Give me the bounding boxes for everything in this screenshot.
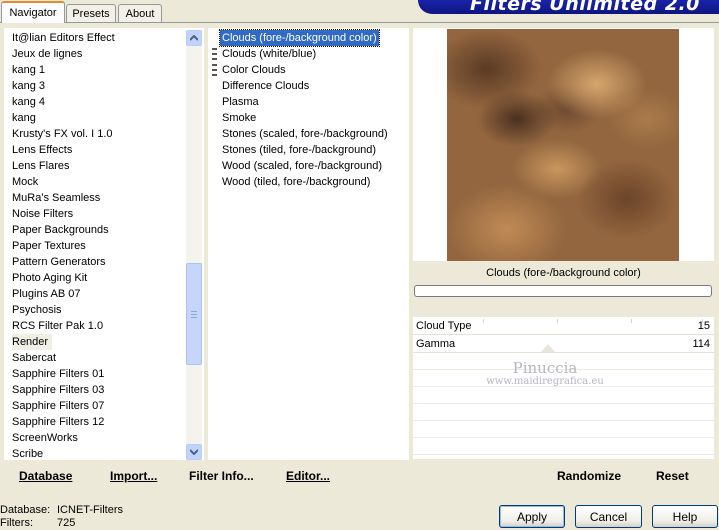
param-row-gamma[interactable]: Gamma 114 — [413, 335, 714, 353]
category-item[interactable]: ScreenWorks — [12, 430, 78, 446]
category-item[interactable]: kang 4 — [12, 94, 45, 110]
scrollbar-thumb[interactable] — [186, 263, 202, 365]
category-item[interactable]: It@lian Editors Effect — [12, 30, 115, 46]
parameter-panel: Cloud Type 15 Gamma 114 — [413, 317, 714, 459]
category-item[interactable]: Sapphire Filters 07 — [12, 398, 104, 414]
filter-item[interactable]: Wood (tiled, fore-/background) — [220, 174, 372, 190]
category-item[interactable]: Psychosis — [12, 302, 62, 318]
category-item[interactable]: Noise Filters — [12, 206, 73, 222]
apply-button[interactable]: Apply — [499, 505, 565, 528]
reset-button[interactable]: Reset — [656, 467, 689, 485]
import-label: Import... — [110, 469, 158, 483]
param-row-cloud-type[interactable]: Cloud Type 15 — [413, 317, 714, 335]
category-list[interactable]: It@lian Editors Effect Jeux de lignes kang… — [4, 28, 204, 460]
randomize-label: Randomize — [557, 469, 622, 483]
grip-icon — [191, 310, 197, 318]
scroll-up-button[interactable] — [186, 30, 202, 46]
param-row-empty — [413, 438, 714, 455]
chevron-up-icon — [190, 35, 198, 41]
filter-item[interactable]: Plasma — [220, 94, 261, 110]
filter-item[interactable]: Stones (tiled, fore-/background) — [220, 142, 378, 158]
help-button[interactable]: Help — [652, 505, 718, 528]
param-row-empty — [413, 353, 714, 370]
category-item[interactable]: Pattern Generators — [12, 254, 106, 270]
category-item[interactable]: Photo Aging Kit — [12, 270, 87, 286]
randomize-button[interactable]: Randomize — [557, 467, 621, 485]
param-value: 15 — [697, 320, 710, 332]
filter-info-label: Filter Info... — [189, 469, 254, 483]
category-item[interactable]: kang 1 — [12, 62, 45, 78]
category-item[interactable]: Sapphire Filters 12 — [12, 414, 104, 430]
param-label: Gamma — [416, 338, 456, 350]
param-label: Cloud Type — [416, 320, 472, 332]
favorite-marker-icon — [212, 64, 217, 76]
category-item[interactable]: kang — [12, 110, 36, 126]
chevron-down-icon — [190, 449, 198, 455]
app-title: Filters Unlimited 2.0 — [470, 0, 700, 14]
param-row-empty — [413, 370, 714, 387]
filter-info-button[interactable]: Filter Info... — [189, 467, 254, 485]
app-banner: Filters Unlimited 2.0 — [418, 0, 719, 14]
category-item[interactable]: Paper Textures — [12, 238, 86, 254]
category-item[interactable]: Sapphire Filters 01 — [12, 366, 104, 382]
tab-bar: Navigator Presets About — [0, 0, 420, 23]
param-row-empty — [413, 421, 714, 438]
category-item[interactable]: Lens Effects — [12, 142, 72, 158]
category-item[interactable]: Paper Backgrounds — [12, 222, 109, 238]
category-item[interactable]: Sapphire Filters 03 — [12, 382, 104, 398]
filter-list[interactable]: Clouds (fore-/background color) Clouds (w… — [208, 28, 409, 460]
filter-item[interactable]: Difference Clouds — [220, 78, 311, 94]
editor-label: Editor... — [286, 469, 331, 483]
filter-item[interactable]: Smoke — [220, 110, 258, 126]
category-item[interactable]: Plugins AB 07 — [12, 286, 81, 302]
category-item[interactable]: kang 3 — [12, 78, 45, 94]
status-database-label: Database: — [0, 504, 51, 516]
category-item[interactable]: Render — [12, 334, 53, 350]
progress-bar — [414, 285, 712, 297]
favorite-marker-icon — [212, 48, 217, 60]
tab-navigator[interactable]: Navigator — [1, 1, 65, 23]
filter-item[interactable]: Color Clouds — [220, 62, 288, 78]
import-button[interactable]: Import... — [110, 467, 157, 485]
preview-caption: Clouds (fore-/background color) — [486, 267, 641, 279]
category-item[interactable]: RCS Filter Pak 1.0 — [12, 318, 103, 334]
status-filters-label: Filters: — [0, 517, 33, 529]
category-item[interactable]: Lens Flares — [12, 158, 69, 174]
tab-about[interactable]: About — [118, 4, 162, 23]
category-item[interactable]: MuRa's Seamless — [12, 190, 100, 206]
preview-pane — [413, 28, 714, 261]
category-scrollbar[interactable] — [186, 30, 202, 460]
category-item[interactable]: Scribe — [12, 446, 43, 460]
filter-item[interactable]: Stones (scaled, fore-/background) — [220, 126, 390, 142]
slider-thumb[interactable] — [541, 344, 555, 352]
reset-label: Reset — [656, 469, 689, 483]
scroll-down-button[interactable] — [186, 444, 202, 460]
filter-item[interactable]: Clouds (fore-/background color) — [219, 29, 380, 47]
category-item[interactable]: Jeux de lignes — [12, 46, 82, 62]
cancel-button[interactable]: Cancel — [575, 505, 642, 528]
editor-button[interactable]: Editor... — [286, 467, 330, 485]
slider-track[interactable] — [483, 319, 703, 333]
status-filters: Filters: 725 — [0, 517, 75, 530]
database-button[interactable]: Database — [19, 467, 72, 485]
status-database-value: ICNET-Filters — [57, 504, 123, 516]
param-row-empty — [413, 387, 714, 404]
category-item[interactable]: Mock — [12, 174, 38, 190]
tab-presets[interactable]: Presets — [66, 4, 116, 23]
status-filters-value: 725 — [57, 517, 76, 529]
filter-item[interactable]: Clouds (white/blue) — [220, 46, 318, 62]
param-row-empty — [413, 404, 714, 421]
category-item[interactable]: Sabercat — [12, 350, 56, 366]
status-database: Database: ICNET-Filters — [0, 504, 123, 517]
preview-image[interactable] — [447, 29, 679, 261]
param-value: 114 — [692, 338, 710, 350]
database-label: Database — [19, 469, 73, 483]
category-item[interactable]: Krusty's FX vol. I 1.0 — [12, 126, 113, 142]
filter-item[interactable]: Wood (scaled, fore-/background) — [220, 158, 384, 174]
